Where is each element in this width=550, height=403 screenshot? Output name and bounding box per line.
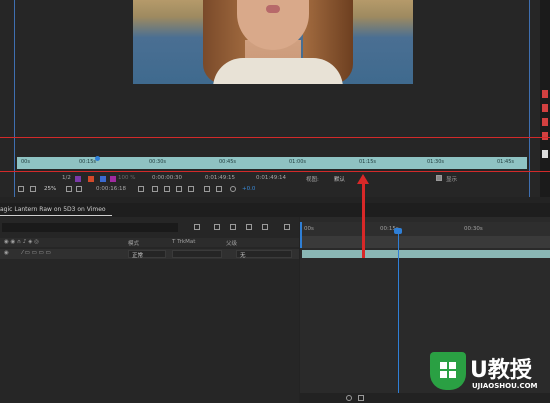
viewer-boundary-left (14, 0, 15, 197)
flowchart-icon[interactable] (216, 186, 222, 192)
mode-dropdown[interactable]: 正常 (128, 250, 166, 259)
time-ruler[interactable]: 00s 00:15s 00:30s (300, 222, 550, 236)
graph-editor-icon[interactable] (262, 224, 268, 230)
layer-column-header: ◉ ◉ ∩ ♪ ◈ ◎ 模式 T TrkMat 父级 (0, 238, 299, 247)
shy-layers-icon[interactable] (214, 224, 220, 230)
always-preview-icon[interactable] (18, 186, 24, 192)
current-time-indicator-line[interactable] (398, 230, 399, 403)
layer-search-input[interactable] (2, 223, 178, 232)
show-checkbox[interactable] (436, 175, 442, 181)
motion-blur-icon[interactable] (246, 224, 252, 230)
current-time[interactable]: 0:00:16:18 (96, 186, 126, 192)
watermark-brand: U教授 (470, 358, 532, 383)
color-picker-icon[interactable] (164, 186, 170, 192)
mini-timeline-label: 01:00s (289, 159, 307, 165)
label-color-purple[interactable] (75, 176, 81, 182)
magnification-dropdown[interactable]: 25% (44, 186, 56, 192)
viewer-toolbar: 1/2 100 % 0:00:00:30 0:01:49:15 0:01:49:… (0, 171, 540, 197)
right-panel-strip (540, 0, 550, 197)
label-color-magenta[interactable] (110, 176, 116, 182)
show-checkbox-label: 显示 (446, 177, 458, 183)
mini-timeline-navigator[interactable]: 00s 00:15s 00:30s 00:45s 01:00s 01:15s 0… (17, 157, 527, 169)
fast-preview-icon[interactable] (204, 186, 210, 192)
mini-timeline-label: 01:45s (497, 159, 515, 165)
watermark-url: UJIAOSHOU.COM (472, 382, 538, 390)
monitor-icon[interactable] (30, 186, 36, 192)
parent-column-header: 父级 (226, 241, 238, 247)
mini-timeline-label: 00:45s (219, 159, 237, 165)
label-color-red[interactable] (88, 176, 94, 182)
work-area-start-marker[interactable] (300, 222, 302, 248)
visibility-icon[interactable]: ◉ (4, 250, 9, 256)
ruler-label: 00s (304, 226, 314, 232)
ruler-label: 00:30s (464, 226, 483, 232)
mini-timeline-label: 01:15s (359, 159, 377, 165)
annotation-arrow-head (357, 174, 369, 184)
exposure-value[interactable]: +0.0 (242, 186, 255, 192)
draft-3d-icon[interactable] (194, 224, 200, 230)
mode-column-header: 模式 (128, 241, 140, 247)
timecode-end[interactable]: 0:01:49:15 (205, 175, 235, 181)
zoom-readout: 100 % (118, 175, 136, 181)
layer-row[interactable]: ◉ ⁄ ▭ ▭ ▭ ▭ 正常 无 (0, 249, 299, 259)
zoom-slider-icon[interactable] (358, 395, 364, 401)
mini-timeline-label: 00:15s (79, 159, 97, 165)
timecode-duration[interactable]: 0:01:49:14 (256, 175, 286, 181)
transparency-grid-icon[interactable] (188, 186, 194, 192)
composition-frame-image (133, 0, 413, 84)
label-color-blue[interactable] (100, 176, 106, 182)
trkmat-column-header: T TrkMat (172, 239, 196, 245)
active-tab-indicator (0, 215, 112, 216)
camera-icon[interactable] (138, 186, 144, 192)
view-label: 视图: (306, 177, 319, 183)
frame-blending-icon[interactable] (230, 224, 236, 230)
work-area-bar[interactable] (300, 236, 550, 248)
mini-timeline-label: 01:30s (427, 159, 445, 165)
comp-flowchart-icon[interactable] (284, 224, 290, 230)
parent-dropdown[interactable]: 无 (236, 250, 292, 259)
trkmat-dropdown[interactable] (172, 250, 222, 258)
channel-icon[interactable] (152, 186, 158, 192)
view-dropdown[interactable]: 默认 (334, 175, 345, 183)
timeline-tab[interactable]: agic Lantern Raw on 5D3 on Vimeo (0, 206, 106, 213)
switch-icons-header: ◉ ◉ ∩ ♪ ◈ ◎ (4, 239, 39, 245)
annotation-arrow-shaft (362, 182, 365, 258)
viewer-boundary-right (529, 0, 530, 197)
layer-switches[interactable]: ⁄ ▭ ▭ ▭ ▭ (22, 250, 51, 256)
fps-hint: 1/2 (62, 175, 71, 181)
timecode-start[interactable]: 0:00:00:30 (152, 175, 182, 181)
annotation-line-top (0, 137, 550, 138)
mode-dropdown-value: 正常 (132, 253, 144, 259)
region-of-interest-icon[interactable] (176, 186, 182, 192)
mini-timeline-label: 00:30s (149, 159, 167, 165)
mask-visibility-icon[interactable] (76, 186, 82, 192)
grid-icon[interactable] (66, 186, 72, 192)
mini-timeline-label: 00s (21, 159, 30, 165)
windows-logo-icon (440, 362, 456, 378)
mini-timeline-playhead[interactable] (95, 156, 100, 161)
exposure-reset-icon[interactable] (230, 186, 236, 192)
timeline-zoom-controls (300, 393, 550, 403)
zoom-out-icon[interactable] (346, 395, 352, 401)
current-time-indicator-head[interactable] (394, 228, 402, 234)
parent-dropdown-value: 无 (240, 253, 246, 259)
layer-duration-bar[interactable] (302, 250, 550, 258)
